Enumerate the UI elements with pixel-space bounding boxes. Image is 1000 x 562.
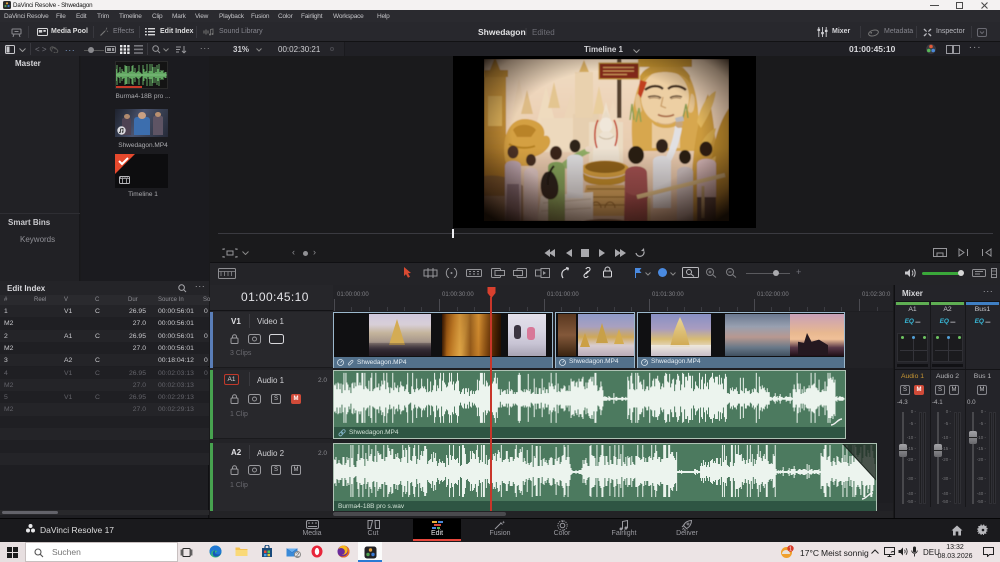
svg-text:2: 2 [296,553,299,559]
svg-text:1: 1 [789,546,792,552]
